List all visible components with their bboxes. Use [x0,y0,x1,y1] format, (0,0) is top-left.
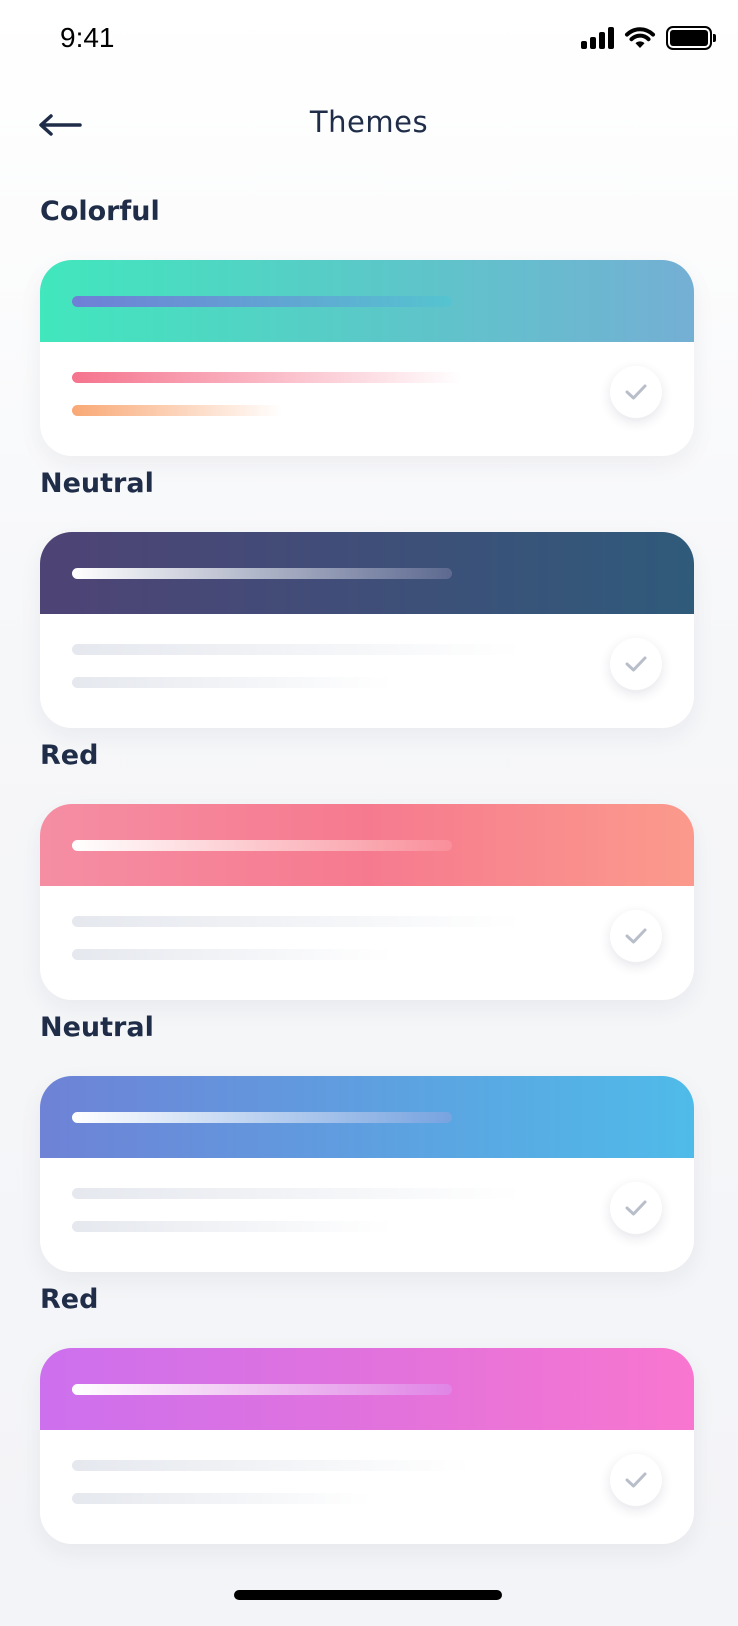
select-theme-button[interactable] [610,366,662,418]
page-title: Themes [309,105,429,139]
preview-line-2 [72,949,392,960]
status-bar: 9:41 [0,0,738,80]
wifi-icon [625,27,655,48]
check-icon [625,1472,647,1488]
select-theme-button[interactable] [610,1454,662,1506]
theme-card-neutral[interactable] [40,532,694,728]
preview-line-1 [72,644,522,655]
preview-line-1 [72,916,522,927]
theme-card-neutral-blue[interactable] [40,1076,694,1272]
cellular-signal-icon [581,27,614,49]
preview-title-bar [72,840,452,851]
check-icon [625,656,647,672]
preview-line-2 [72,1221,392,1232]
theme-label: Red [40,740,99,771]
check-icon [625,928,647,944]
preview-line-1 [72,1460,472,1471]
preview-title-bar [72,568,452,579]
theme-label: Neutral [40,468,154,499]
theme-label: Neutral [40,1012,154,1043]
theme-card-red-pink[interactable] [40,1348,694,1544]
check-icon [625,384,647,400]
preview-title-bar [72,1112,452,1123]
theme-label: Colorful [40,196,160,227]
home-indicator [234,1590,502,1600]
select-theme-button[interactable] [610,910,662,962]
battery-icon [666,26,716,50]
preview-line-2 [72,677,392,688]
status-time: 9:41 [60,22,115,53]
preview-line-2 [72,1493,372,1504]
header: Themes [0,95,738,155]
status-icons [581,26,716,50]
preview-line-1 [72,1188,522,1199]
preview-line-2 [72,405,282,416]
preview-title-bar [72,296,452,307]
theme-card-red[interactable] [40,804,694,1000]
select-theme-button[interactable] [610,638,662,690]
theme-label: Red [40,1284,99,1315]
preview-title-bar [72,1384,452,1395]
select-theme-button[interactable] [610,1182,662,1234]
check-icon [625,1200,647,1216]
preview-line-1 [72,372,462,383]
theme-card-colorful[interactable] [40,260,694,456]
